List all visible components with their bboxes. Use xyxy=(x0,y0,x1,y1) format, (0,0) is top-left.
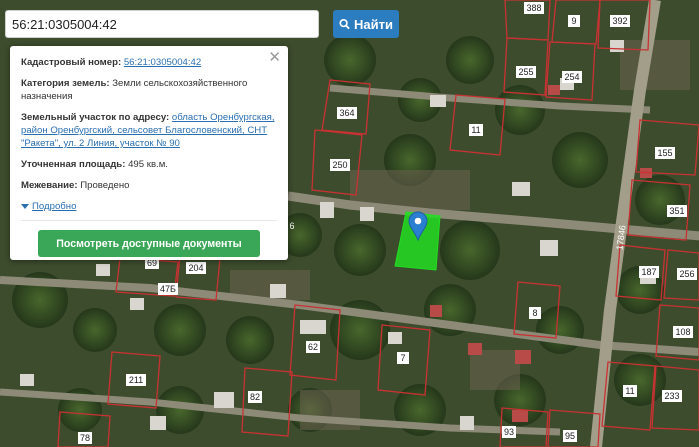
parcel-label: 82 xyxy=(250,392,260,402)
parcel-label: 9 xyxy=(571,16,576,26)
search-button-label: Найти xyxy=(354,16,393,32)
view-documents-button[interactable]: Посмотреть доступные документы xyxy=(38,230,260,257)
area-row: Уточненная площадь: 495 кв.м. xyxy=(21,158,277,171)
parcel-label: 364 xyxy=(339,108,354,118)
parcel-label: 62 xyxy=(308,342,318,352)
cadastral-row: Кадастровый номер: 56:21:0305004:42 xyxy=(21,56,277,69)
cadastral-label: Кадастровый номер: xyxy=(21,57,122,68)
address-row: Земельный участок по адресу: область Оре… xyxy=(21,111,277,150)
details-label: Подробно xyxy=(32,201,77,212)
area-value: 495 кв.м. xyxy=(128,159,168,170)
parcel-label: 211 xyxy=(129,375,143,385)
cadastral-link[interactable]: 56:21:0305004:42 xyxy=(124,57,201,68)
parcel-label: 250 xyxy=(332,160,347,170)
parcel-label: 108 xyxy=(675,327,690,337)
search-input[interactable] xyxy=(5,10,319,38)
survey-row: Межевание: Проведено xyxy=(21,179,277,192)
parcel-label: 78 xyxy=(80,433,90,443)
survey-label: Межевание: xyxy=(21,180,78,191)
parcel-label: 7 xyxy=(400,353,405,363)
parcel-label: 6 xyxy=(289,221,294,231)
triangle-down-icon xyxy=(21,204,29,209)
parcel-label: 11 xyxy=(471,125,480,135)
parcel-label: 204 xyxy=(188,263,203,273)
parcel-label: 256 xyxy=(679,269,694,279)
search-icon xyxy=(339,18,350,30)
parcel-label: 93 xyxy=(504,427,514,437)
parcel-label: 388 xyxy=(526,3,541,13)
parcel-label: 233 xyxy=(664,391,679,401)
parcel-label: 255 xyxy=(518,67,533,77)
details-toggle[interactable]: Подробно xyxy=(21,200,76,213)
area-label: Уточненная площадь: xyxy=(21,159,126,170)
close-icon[interactable]: ✕ xyxy=(268,50,281,65)
parcel-label: 187 xyxy=(641,267,656,277)
parcel-label: 8 xyxy=(532,308,537,318)
address-label: Земельный участок по адресу: xyxy=(21,112,170,123)
search-bar: Найти xyxy=(5,10,399,38)
survey-value: Проведено xyxy=(80,180,130,191)
category-row: Категория земель: Земли сельскохозяйстве… xyxy=(21,77,277,103)
divider xyxy=(21,220,277,221)
parcel-label: 392 xyxy=(612,16,627,26)
parcel-info-popup: ✕ Кадастровый номер: 56:21:0305004:42 Ка… xyxy=(10,46,288,260)
parcel-label: 11 xyxy=(625,386,634,396)
parcel-label: 155 xyxy=(657,148,672,158)
parcel-label: 351 xyxy=(669,206,684,216)
search-button[interactable]: Найти xyxy=(333,10,399,38)
parcel-label: 95 xyxy=(565,431,575,441)
parcel-label: 47Б xyxy=(160,284,176,294)
parcel-label: 254 xyxy=(564,72,579,82)
category-label: Категория земель: xyxy=(21,78,110,89)
